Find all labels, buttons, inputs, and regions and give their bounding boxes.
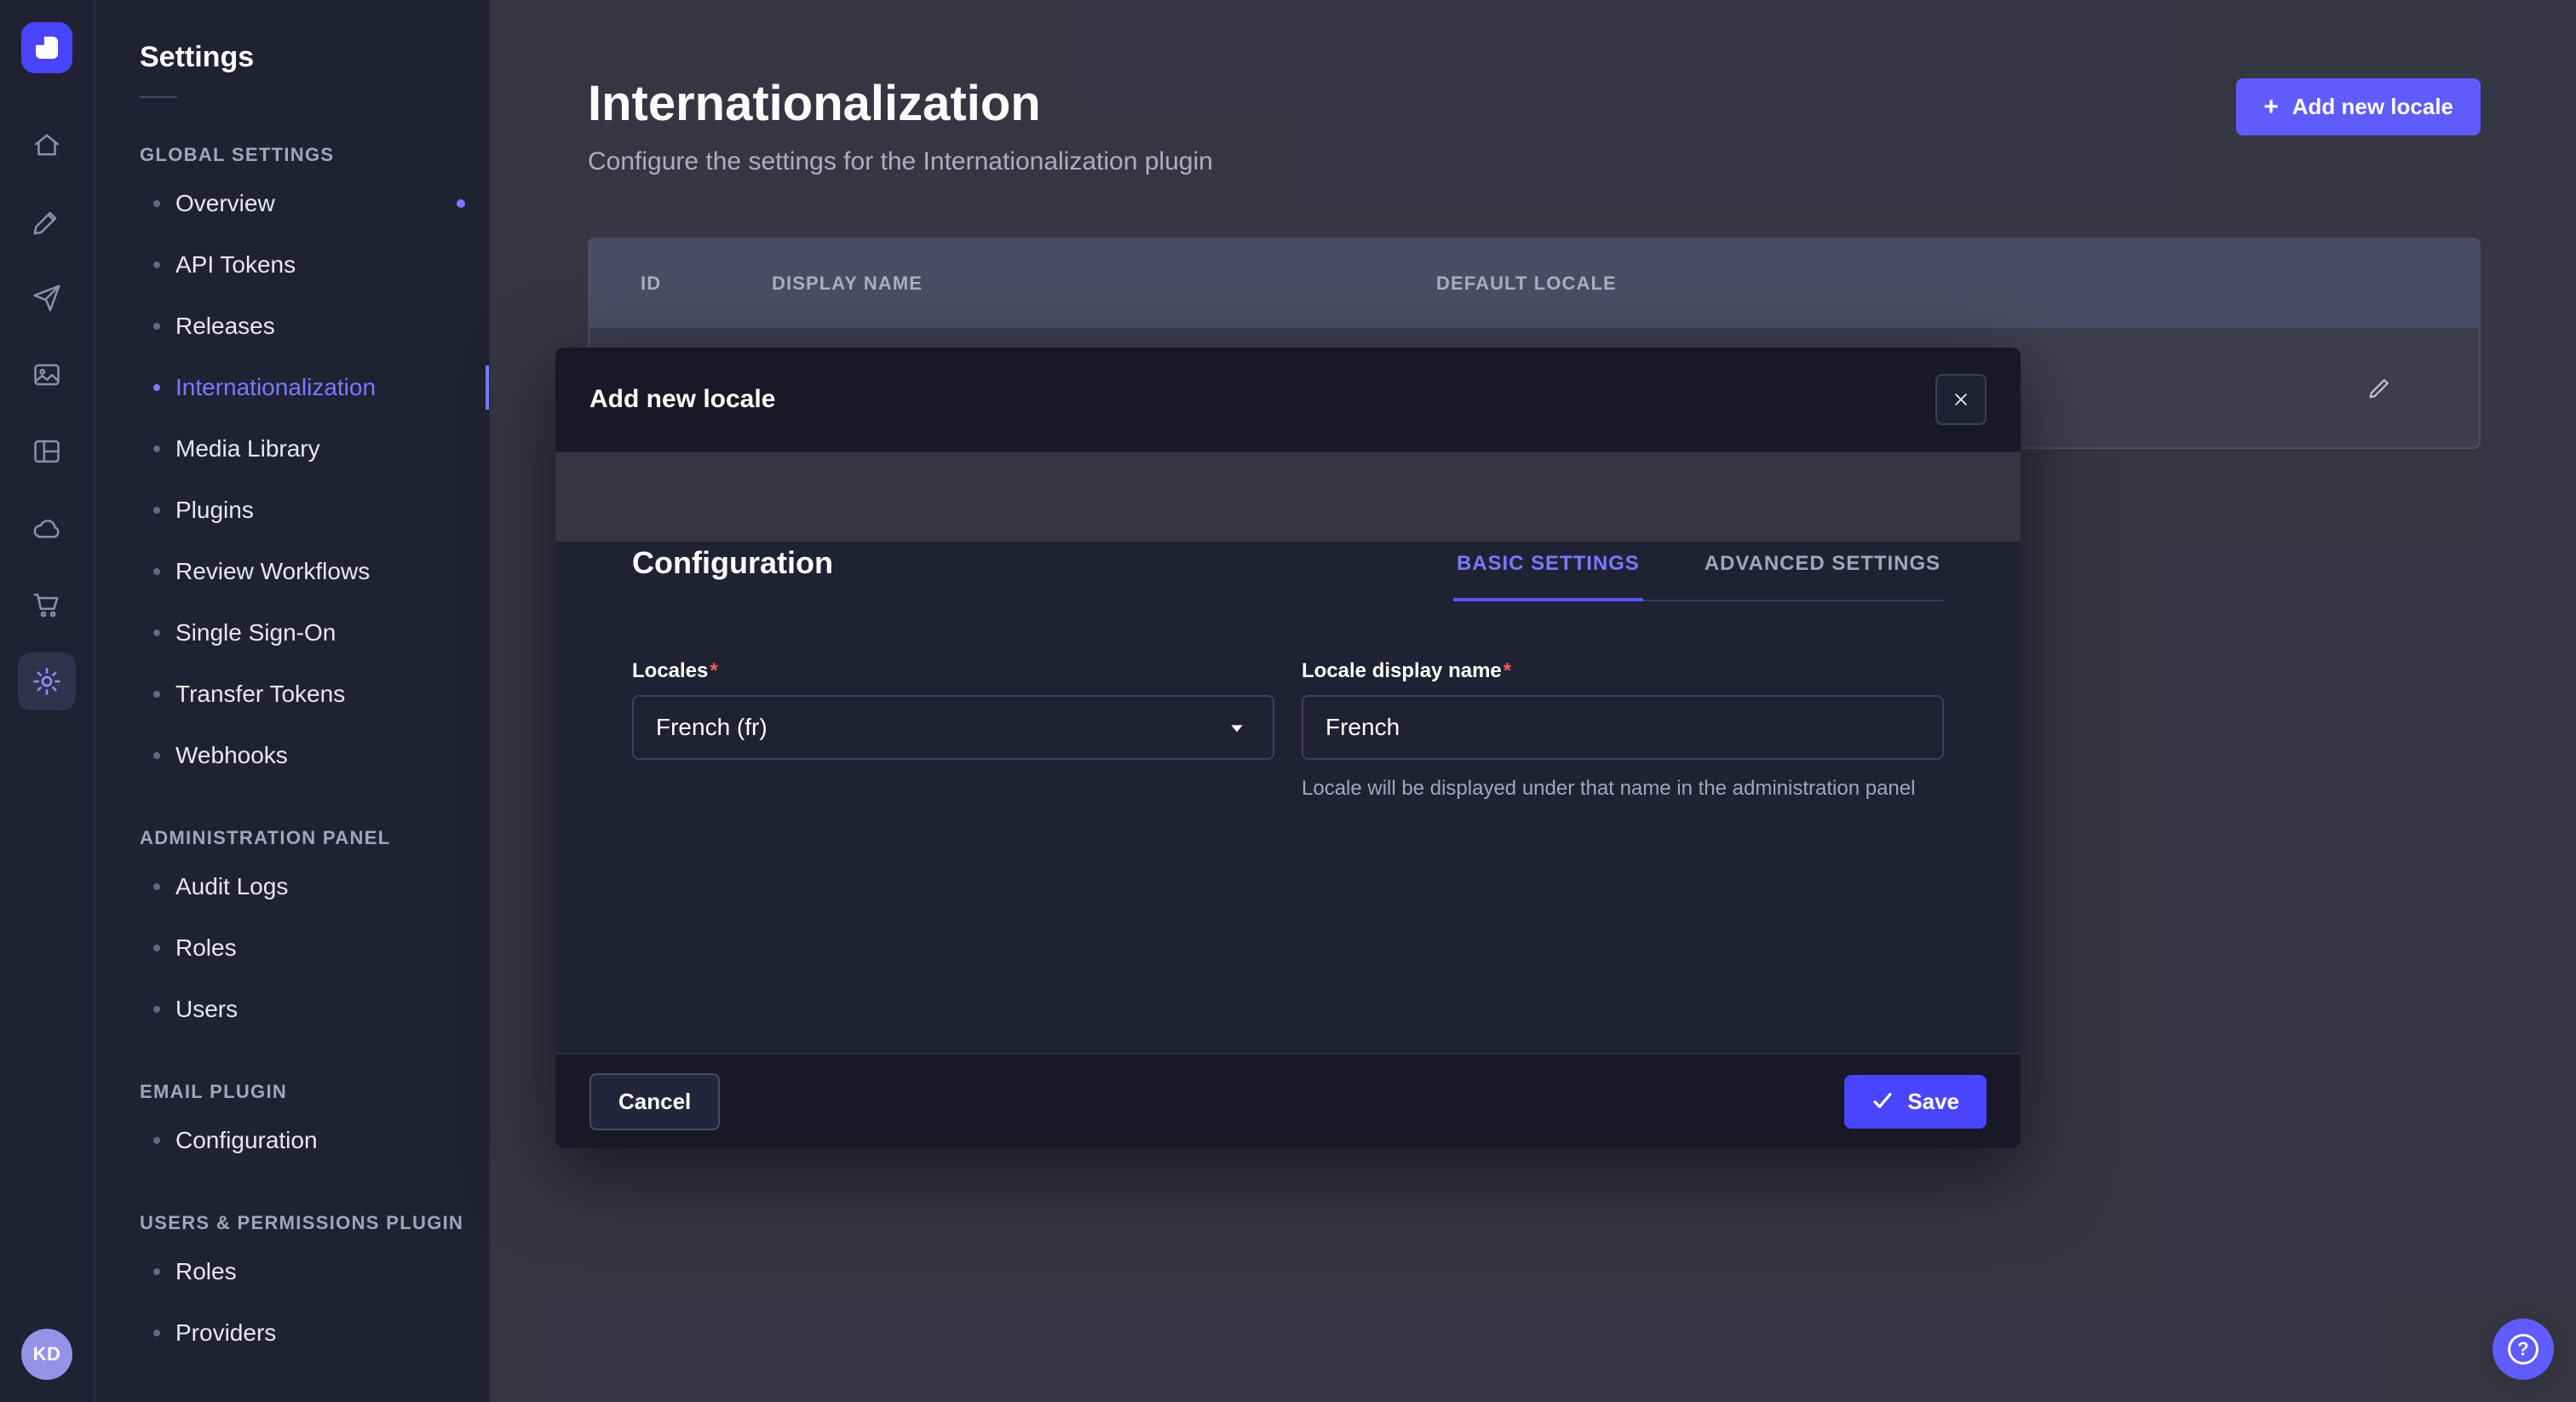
- sidebar-item-label: Roles: [175, 934, 237, 962]
- check-icon: [1872, 1090, 1894, 1112]
- bullet-dot: [153, 945, 160, 951]
- rail-nav: [18, 124, 76, 702]
- app-window: KD Settings GLOBAL SETTINGS Overview API T…: [0, 0, 2576, 1402]
- sidebar-item-transfer-tokens[interactable]: Transfer Tokens: [95, 664, 489, 725]
- bullet-dot: [153, 883, 160, 890]
- bullet-dot: [153, 261, 160, 268]
- modal-body: Configuration BASIC SETTINGS ADVANCED SET…: [555, 542, 2021, 1053]
- icon-rail: KD: [0, 0, 95, 1402]
- sidebar-item-media-library[interactable]: Media Library: [95, 418, 489, 480]
- sidebar-section-label: USERS & PERMISSIONS PLUGIN: [140, 1212, 489, 1234]
- bullet-dot: [153, 1006, 160, 1013]
- sidebar-item-review-workflows[interactable]: Review Workflows: [95, 541, 489, 602]
- cancel-button[interactable]: Cancel: [589, 1073, 720, 1130]
- close-icon: [1950, 388, 1972, 411]
- media-library-icon[interactable]: [26, 354, 67, 395]
- home-icon[interactable]: [26, 124, 67, 165]
- sidebar-item-providers[interactable]: Providers: [95, 1302, 489, 1364]
- sidebar-item-overview[interactable]: Overview: [95, 173, 489, 234]
- save-button[interactable]: Save: [1844, 1075, 1987, 1129]
- sidebar-title: Settings: [95, 41, 489, 74]
- sidebar-item-label: API Tokens: [175, 251, 296, 279]
- modal-header: Add new locale: [555, 348, 2021, 453]
- locales-select[interactable]: French (fr): [632, 695, 1274, 760]
- tab-basic-settings[interactable]: BASIC SETTINGS: [1453, 542, 1643, 601]
- display-name-hint: Locale will be displayed under that name…: [1302, 775, 1944, 802]
- sidebar-sections: GLOBAL SETTINGS Overview API Tokens Release…: [95, 144, 489, 1364]
- bullet-dot: [153, 752, 160, 759]
- sidebar-item-label: Webhooks: [175, 742, 288, 769]
- strapi-logo-mark: [36, 37, 58, 59]
- display-name-input[interactable]: [1302, 695, 1944, 760]
- sidebar-section-label: GLOBAL SETTINGS: [140, 144, 489, 166]
- sidebar-item-label: Media Library: [175, 435, 320, 463]
- sidebar-item-api-tokens[interactable]: API Tokens: [95, 234, 489, 296]
- sidebar-item-audit-logs[interactable]: Audit Logs: [95, 856, 489, 917]
- sidebar-item-label: Single Sign-On: [175, 619, 336, 646]
- settings-sidebar: Settings GLOBAL SETTINGS Overview API Toke…: [95, 0, 491, 1402]
- bullet-dot: [153, 568, 160, 575]
- cloud-icon[interactable]: [26, 508, 67, 549]
- bullet-dot: [153, 200, 160, 207]
- content-builder-icon[interactable]: [26, 431, 67, 472]
- sidebar-item-label: Users: [175, 996, 238, 1023]
- sidebar-item-label: Plugins: [175, 497, 254, 524]
- bullet-dot: [153, 507, 160, 514]
- sidebar-item-label: Review Workflows: [175, 558, 370, 585]
- sidebar-section-label: ADMINISTRATION PANEL: [140, 827, 489, 849]
- bullet-dot: [153, 323, 160, 330]
- sidebar-item-label: Configuration: [175, 1127, 318, 1154]
- send-icon[interactable]: [26, 278, 67, 319]
- sidebar-item-webhooks[interactable]: Webhooks: [95, 725, 489, 786]
- notification-dot: [457, 199, 465, 208]
- sidebar-item-users[interactable]: Users: [95, 979, 489, 1040]
- sidebar-item-label: Releases: [175, 313, 275, 340]
- required-asterisk: *: [710, 659, 717, 682]
- sidebar-item-label: Audit Logs: [175, 873, 288, 900]
- sidebar-item-label: Transfer Tokens: [175, 681, 345, 708]
- strapi-logo[interactable]: [21, 22, 72, 73]
- bullet-dot: [153, 1137, 160, 1144]
- settings-gear-icon[interactable]: [18, 652, 76, 710]
- close-button[interactable]: [1935, 374, 1987, 425]
- sidebar-item-roles[interactable]: Roles: [95, 917, 489, 979]
- sidebar-section-label: EMAIL PLUGIN: [140, 1081, 489, 1103]
- locales-select-value: French (fr): [656, 714, 768, 741]
- chevron-down-icon: [1223, 714, 1251, 741]
- sidebar-item-label: Overview: [175, 190, 275, 217]
- bullet-dot: [153, 384, 160, 391]
- add-locale-modal: Add new locale Configuration BASIC SETTI…: [555, 348, 2021, 1148]
- marketplace-cart-icon[interactable]: [26, 584, 67, 625]
- sidebar-item-single-sign-on[interactable]: Single Sign-On: [95, 602, 489, 664]
- bullet-dot: [153, 1268, 160, 1275]
- bullet-dot: [153, 1330, 160, 1336]
- modal-title: Add new locale: [589, 385, 775, 414]
- sidebar-item-label: Roles: [175, 1258, 237, 1285]
- sidebar-item-internationalization[interactable]: Internationalization: [95, 357, 489, 418]
- sidebar-item-label: Internationalization: [175, 374, 376, 401]
- display-name-label: Locale display name*: [1302, 659, 1944, 683]
- tab-advanced-settings[interactable]: ADVANCED SETTINGS: [1701, 542, 1944, 601]
- content-manager-pen-icon[interactable]: [26, 201, 67, 242]
- locales-label: Locales*: [632, 659, 1274, 683]
- required-asterisk: *: [1504, 659, 1511, 682]
- bullet-dot: [153, 629, 160, 636]
- display-name-field: Locale display name* Locale will be disp…: [1302, 659, 1944, 802]
- sidebar-item-plugins[interactable]: Plugins: [95, 480, 489, 541]
- save-label: Save: [1907, 1089, 1959, 1115]
- bullet-dot: [153, 445, 160, 452]
- sidebar-item-roles[interactable]: Roles: [95, 1241, 489, 1302]
- configuration-heading: Configuration: [632, 545, 833, 601]
- modal-footer: Cancel Save: [555, 1053, 2021, 1148]
- locales-field: Locales* French (fr): [632, 659, 1274, 802]
- settings-tabs: BASIC SETTINGS ADVANCED SETTINGS: [1453, 542, 1944, 601]
- sidebar-title-rule: [140, 96, 177, 98]
- avatar[interactable]: KD: [21, 1329, 72, 1380]
- sidebar-item-label: Providers: [175, 1319, 276, 1347]
- sidebar-item-configuration[interactable]: Configuration: [95, 1110, 489, 1171]
- sidebar-item-releases[interactable]: Releases: [95, 296, 489, 357]
- bullet-dot: [153, 691, 160, 698]
